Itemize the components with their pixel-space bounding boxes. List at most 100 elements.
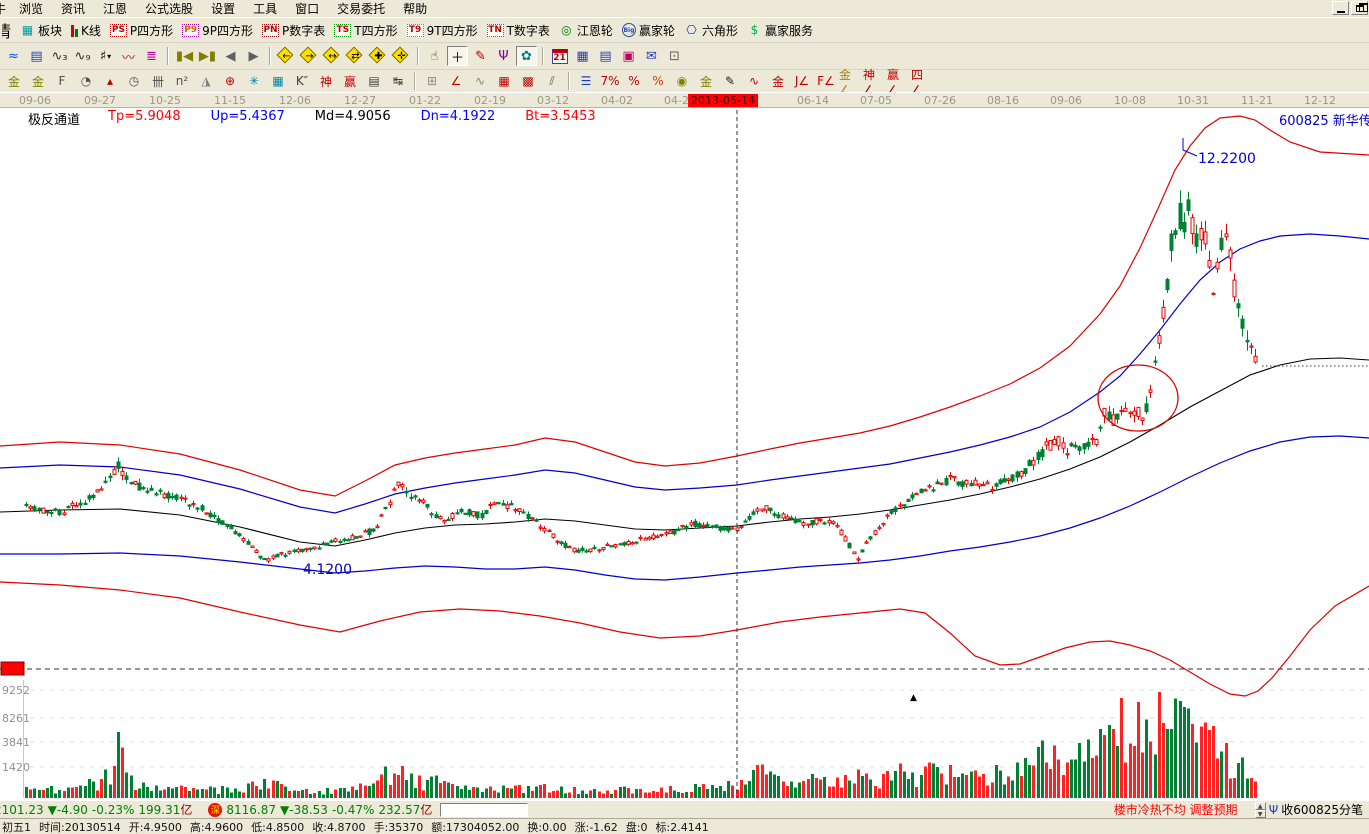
calculator-icon[interactable]: ▦ <box>572 46 593 66</box>
n2-cycle-tool[interactable]: n² <box>171 72 193 90</box>
sh-index-amount: 199.31亿 <box>138 801 192 818</box>
swap-diamond-icon[interactable]: ⇄ <box>345 46 366 66</box>
menu-browse[interactable]: 浏览 <box>10 2 52 16</box>
ying-tool[interactable]: 赢 <box>339 72 361 90</box>
crosshair-icon[interactable]: ＋ <box>447 46 468 66</box>
spiral-tool[interactable]: ◔ <box>75 72 97 90</box>
percent-tool[interactable]: % <box>623 72 645 90</box>
expand-h-diamond-icon[interactable]: ↔ <box>322 46 343 66</box>
clock-cycle-tool[interactable]: ◷ <box>123 72 145 90</box>
menu-tools[interactable]: 工具 <box>244 2 286 16</box>
wave-tool[interactable]: ∿ <box>743 72 765 90</box>
jump-last-icon[interactable]: ▶▮ <box>197 46 218 66</box>
tool-p-square[interactable]: PSP四方形 <box>110 22 173 39</box>
tool-9p-square[interactable]: P99P四方形 <box>182 22 253 39</box>
f-angle-tool[interactable]: F∠ <box>815 72 837 90</box>
gann-f-ruler-tool[interactable]: F <box>51 72 73 90</box>
percent-line-tool[interactable]: % <box>647 72 669 90</box>
price-scale-tool[interactable]: ☰ <box>575 72 597 90</box>
tool-p-square-icon: PS <box>110 24 127 37</box>
calendar-icon[interactable]: 21 <box>549 46 570 66</box>
chart-canvas[interactable]: 极反通道 Tp=5.9048Up=5.4367Md=4.9056Dn=4.192… <box>0 108 1369 800</box>
menu-news[interactable]: 资讯 <box>52 2 94 16</box>
status-input-field[interactable] <box>440 803 528 817</box>
wave-3-icon[interactable]: ∿₃ <box>49 46 70 66</box>
pan-hand-icon[interactable]: ☝ <box>424 46 445 66</box>
menu-gann[interactable]: 江恩 <box>94 2 136 16</box>
v-wave-tool[interactable]: ∿ <box>469 72 491 90</box>
tool-9t-square[interactable]: T99T四方形 <box>407 22 478 39</box>
candle-type-dropdown[interactable]: ♯▾ <box>95 46 116 66</box>
gold-angle-tool[interactable]: 金∠ <box>839 72 861 90</box>
zoom-all-diamond-icon[interactable]: ✛ <box>391 46 412 66</box>
photo-chart-icon[interactable]: ≈ <box>3 46 24 66</box>
next-icon[interactable]: ▶ <box>243 46 264 66</box>
jump-first-icon[interactable]: ▮◀ <box>174 46 195 66</box>
print-icon[interactable]: ⊡ <box>664 46 685 66</box>
histogram-icon[interactable]: ≣ <box>141 46 162 66</box>
news-ticker[interactable]: 楼市冷热不均 调整预期 <box>1114 801 1252 818</box>
pan-right-diamond-icon[interactable]: → <box>299 46 320 66</box>
save-icon[interactable]: ▣ <box>618 46 639 66</box>
circle-cross-tool[interactable]: ⊕ <box>219 72 241 90</box>
ruler-tool[interactable]: 卌 <box>147 72 169 90</box>
erase-pen-icon[interactable]: ✎ <box>470 46 491 66</box>
zigzag-icon[interactable]: 〰 <box>118 46 139 66</box>
zoom-in-diamond-icon[interactable]: ✚ <box>368 46 389 66</box>
spinner-up-icon[interactable]: ▲ <box>1255 802 1266 810</box>
quote-field-手: 手:35370 <box>374 819 424 834</box>
report-icon[interactable]: ▤ <box>595 46 616 66</box>
mirror-tool[interactable]: ◮ <box>195 72 217 90</box>
wave-9-icon[interactable]: ∿₉ <box>72 46 93 66</box>
restore-button[interactable] <box>1351 1 1368 15</box>
menu-settings[interactable]: 设置 <box>202 2 244 16</box>
star-grid-tool[interactable]: ✳ <box>243 72 265 90</box>
menu-help[interactable]: 帮助 <box>394 2 436 16</box>
tool-gann-wheel[interactable]: ◎江恩轮 <box>559 22 613 39</box>
width-arrows-tool[interactable]: ↹ <box>387 72 409 90</box>
kline-mark-tool[interactable]: K″ <box>291 72 313 90</box>
info-list-icon[interactable]: ▤ <box>26 46 47 66</box>
tool-p-table[interactable]: PNP数字表 <box>262 22 325 39</box>
tool-block[interactable]: ▦板块 <box>20 22 62 39</box>
si-angle-tool[interactable]: 四∠ <box>911 72 933 90</box>
red-grid2-tool[interactable]: ▩ <box>517 72 539 90</box>
mail-globe-icon[interactable]: ✉ <box>641 46 662 66</box>
tool-t-square[interactable]: TST四方形 <box>334 22 397 39</box>
magic-tool-icon[interactable]: Ψ <box>493 46 514 66</box>
gann-gold-square-tool[interactable]: 金 <box>27 72 49 90</box>
gold-line-tool[interactable]: 金 <box>695 72 717 90</box>
price-volume-chart[interactable]: 925282613841142012.22004.1200▲ <box>0 108 1369 800</box>
ticker-spinner[interactable]: ▲▼ <box>1255 802 1266 818</box>
fan-lines-tool[interactable]: ∠ <box>445 72 467 90</box>
abacus-123-tool[interactable]: ▤ <box>363 72 385 90</box>
window-grid-tool[interactable]: ⊞ <box>421 72 443 90</box>
prev-icon[interactable]: ◀ <box>220 46 241 66</box>
tick-view-label[interactable]: 收600825分笔 <box>1281 801 1363 818</box>
gann-gold-circle-tool[interactable]: 金 <box>3 72 25 90</box>
rocket-tool[interactable]: ▴ <box>99 72 121 90</box>
tool-winner-service[interactable]: $赢家服务 <box>747 22 813 39</box>
menu-window[interactable]: 窗口 <box>286 2 328 16</box>
parallel-lines-tool[interactable]: ⫽ <box>541 72 563 90</box>
tool-hexagon[interactable]: ⎔六角形 <box>684 22 738 39</box>
red-grid-tool[interactable]: ▦ <box>493 72 515 90</box>
tool-t-table[interactable]: TNT数字表 <box>487 22 550 39</box>
tool-kline[interactable]: K线 <box>71 22 101 39</box>
brain-maze-icon[interactable]: ✿ <box>516 46 537 66</box>
matrix-grid-tool[interactable]: ▦ <box>267 72 289 90</box>
j-angle-tool[interactable]: J∠ <box>791 72 813 90</box>
ying-angle-tool[interactable]: 赢∠ <box>887 72 909 90</box>
menu-formula-stockpick[interactable]: 公式选股 <box>136 2 202 16</box>
gold-circle-line-tool[interactable]: ◉ <box>671 72 693 90</box>
shen-tool[interactable]: 神 <box>315 72 337 90</box>
minimize-button[interactable] <box>1332 1 1349 15</box>
menu-trade-entrust[interactable]: 交易委托 <box>328 2 394 16</box>
pan-left-diamond-icon[interactable]: ← <box>276 46 297 66</box>
gold-red-line-tool[interactable]: 金 <box>767 72 789 90</box>
spinner-down-icon[interactable]: ▼ <box>1255 810 1266 818</box>
percent-retrace-tool[interactable]: 7% <box>599 72 621 90</box>
pencil-mark-tool[interactable]: ✎ <box>719 72 741 90</box>
tool-winner-wheel[interactable]: Big赢家轮 <box>622 22 675 39</box>
shen-angle-tool[interactable]: 神∠ <box>863 72 885 90</box>
